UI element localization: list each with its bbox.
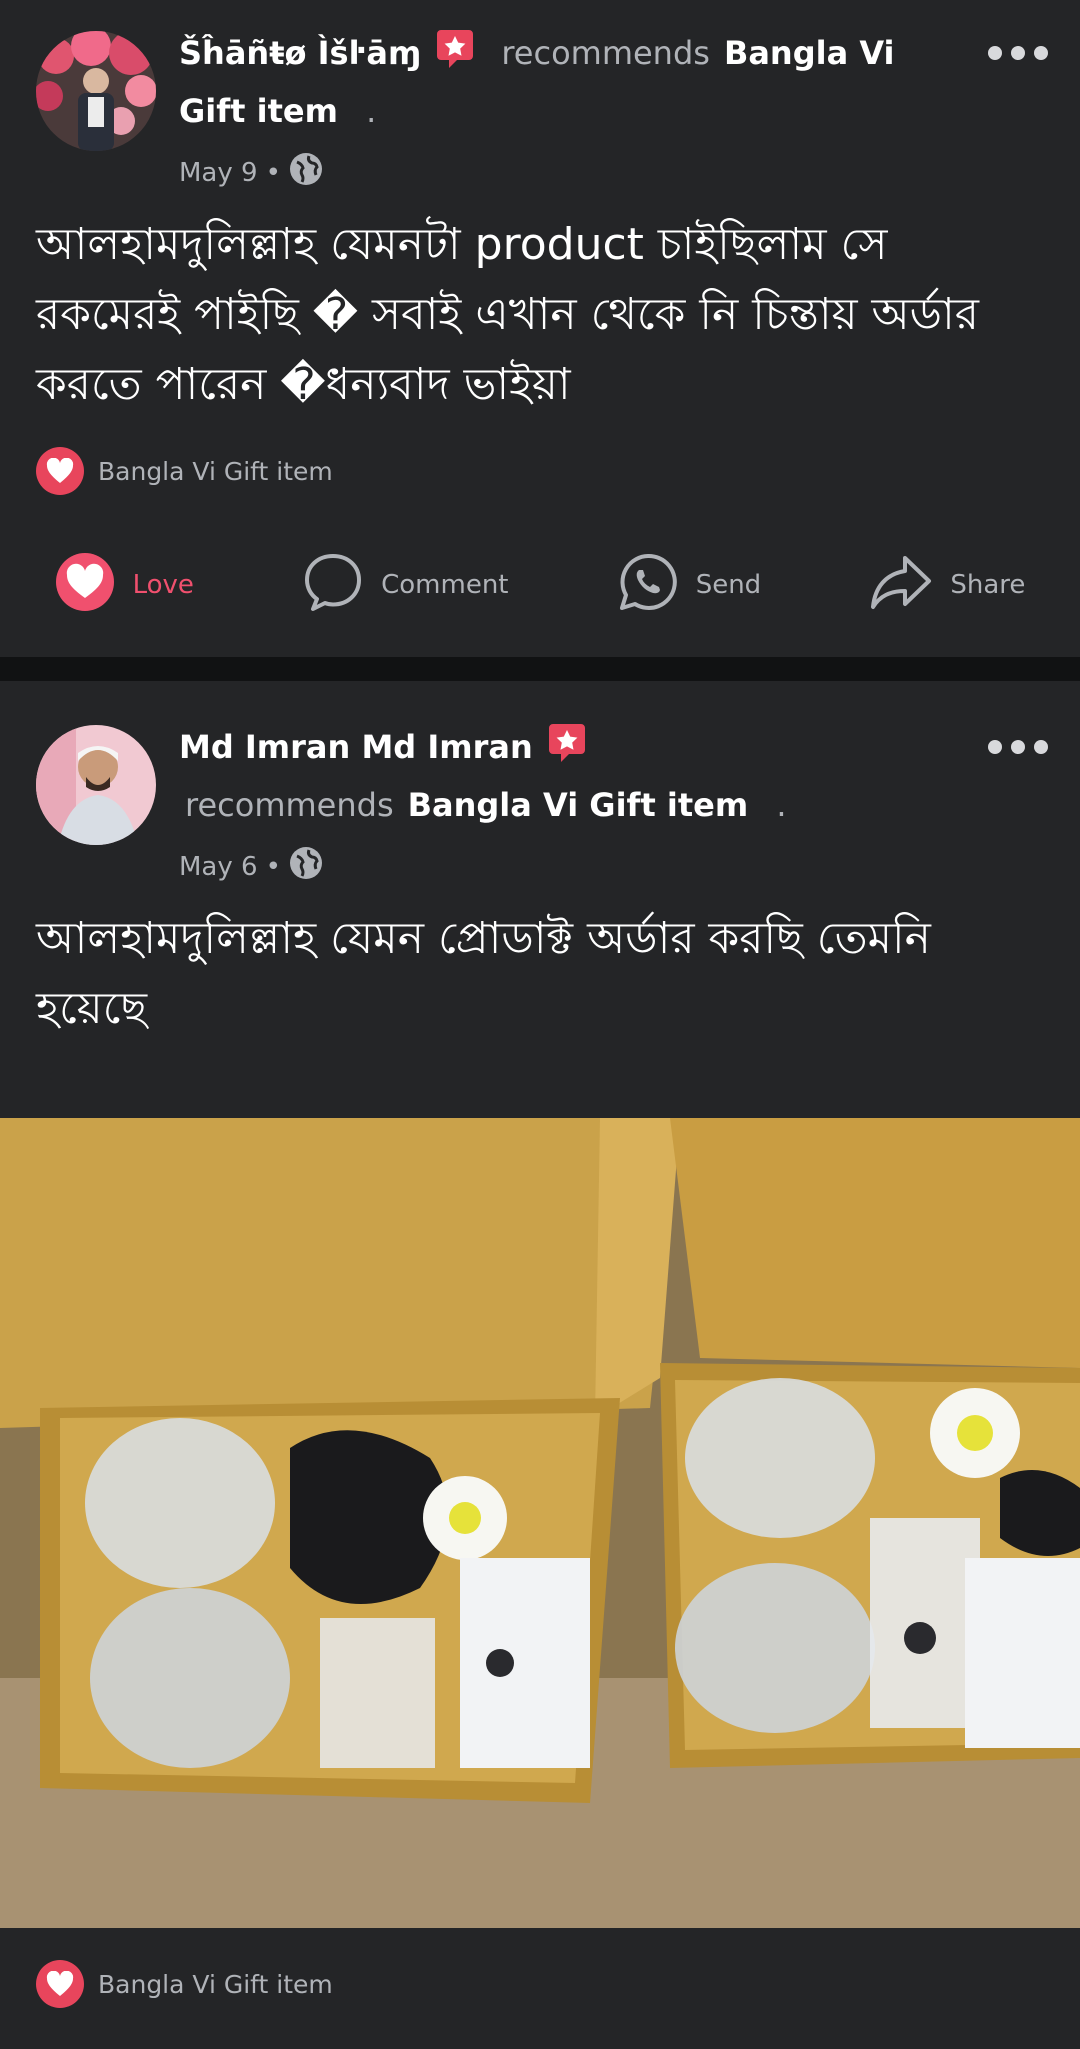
send-label: Send: [695, 570, 762, 600]
reaction-label: Bangla Vi Gift item: [98, 1969, 333, 1999]
post-header: Md Imran Md Imran recommends Bangla Vi Gif…: [179, 718, 930, 834]
more-horizontal-icon[interactable]: [988, 38, 1048, 68]
action-bar: Love Comment Send Share: [0, 550, 1080, 620]
reaction-label: Bangla Vi Gift item: [98, 456, 333, 486]
meta-separator: •: [265, 851, 281, 882]
author-name[interactable]: Md Imran Md Imran: [179, 728, 533, 766]
avatar[interactable]: [36, 31, 156, 151]
recommends-label: recommends: [185, 786, 394, 824]
post-divider: [0, 657, 1080, 681]
recommendation-star-icon: [433, 28, 477, 72]
avatar[interactable]: [36, 725, 156, 845]
globe-icon: [289, 846, 323, 887]
post-card: Šĥāñŧø Ìšŀāɱ recommends Bangla Vi Gift ite…: [0, 0, 1080, 657]
comment-label: Comment: [381, 570, 509, 600]
comment-button[interactable]: Comment: [303, 552, 509, 619]
share-button[interactable]: Share: [870, 554, 1025, 617]
whatsapp-send-icon: [618, 552, 678, 619]
love-button[interactable]: Love: [55, 552, 194, 619]
page-name[interactable]: Bangla Vi Gift item: [408, 786, 749, 824]
trailing-dot: .: [366, 92, 377, 130]
heart-icon: [36, 1960, 84, 2008]
post-meta: May 6 •: [179, 846, 323, 887]
post-card: Md Imran Md Imran recommends Bangla Vi Gif…: [0, 681, 1080, 2049]
post-photo[interactable]: [0, 1118, 1080, 1928]
meta-separator: •: [265, 157, 281, 188]
share-arrow-icon: [870, 554, 932, 617]
share-label: Share: [950, 570, 1026, 600]
reaction-summary[interactable]: Bangla Vi Gift item: [36, 447, 333, 495]
recommends-label: recommends: [501, 34, 710, 72]
recommendation-star-icon: [545, 722, 589, 766]
send-button[interactable]: Send: [618, 552, 761, 619]
post-date[interactable]: May 6: [179, 852, 258, 882]
trailing-dot: .: [776, 786, 787, 824]
more-horizontal-icon[interactable]: [988, 732, 1048, 762]
post-date[interactable]: May 9: [179, 158, 258, 188]
post-text: আলহামদুলিল্লাহ যেমন প্রোডাক্ট অর্ডার করছ…: [36, 913, 931, 1034]
post-text: আলহামদুলিল্লাহ যেমনটা product চাইছিলাম স…: [36, 219, 979, 410]
reaction-summary[interactable]: Bangla Vi Gift item: [36, 1960, 333, 2008]
post-meta: May 9 •: [179, 152, 323, 193]
heart-icon: [55, 552, 115, 619]
author-name[interactable]: Šĥāñŧø Ìšŀāɱ: [179, 34, 421, 72]
heart-icon: [36, 447, 84, 495]
love-label: Love: [132, 570, 194, 600]
comment-bubble-icon: [303, 552, 363, 619]
post-header: Šĥāñŧø Ìšŀāɱ recommends Bangla Vi Gift ite…: [179, 24, 930, 140]
globe-icon: [289, 152, 323, 193]
